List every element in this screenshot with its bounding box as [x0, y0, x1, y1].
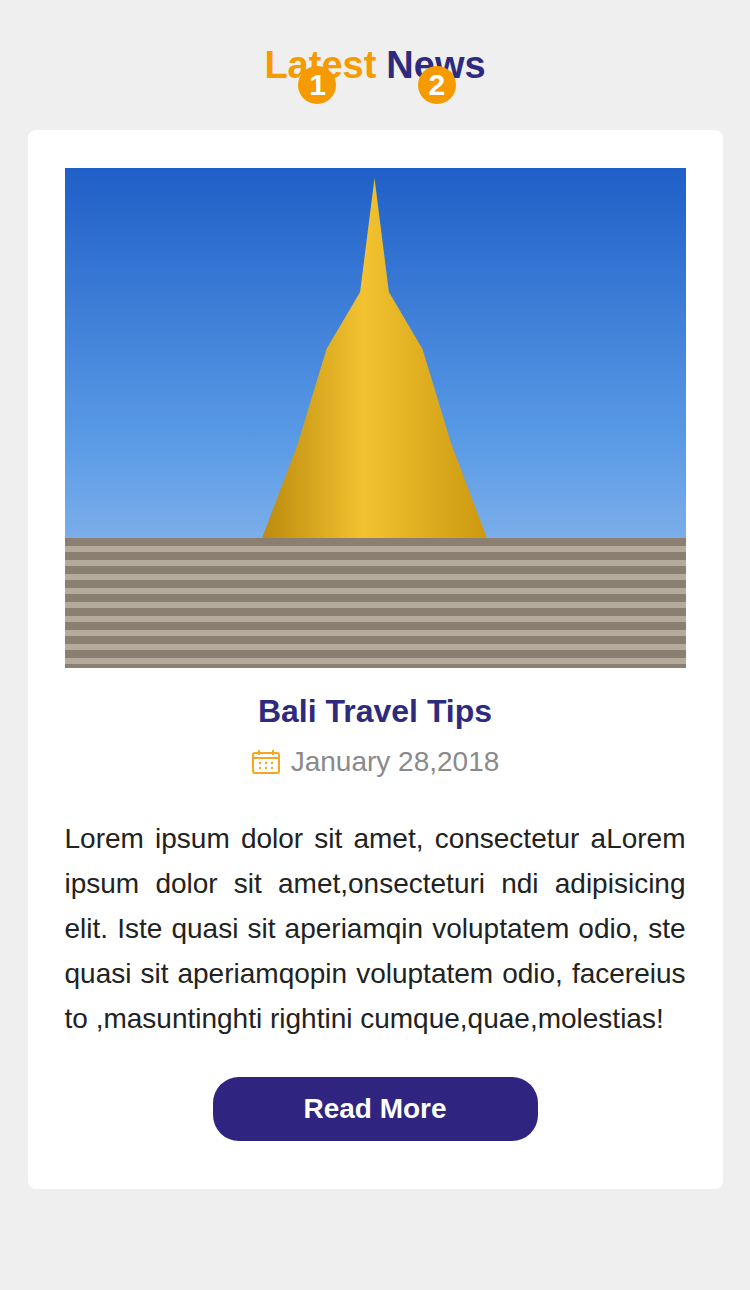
number-badge: 1 [298, 66, 336, 104]
number-badge: 2 [418, 66, 456, 104]
news-page: LatestNews12Bali Travel TipsJanuary 28,2… [0, 0, 750, 1290]
calendar-icon [251, 749, 281, 775]
section-header: LatestNews12 [264, 40, 485, 130]
post-body: Lorem ipsum dolor sit amet, consectetur … [65, 816, 686, 1041]
read-more-button[interactable]: Read More [213, 1077, 538, 1141]
section-title: LatestNews12 [264, 40, 485, 130]
news-photo [65, 168, 686, 668]
post-title[interactable]: Bali Travel Tips [258, 690, 492, 732]
post-date: January 28,2018 [251, 744, 500, 780]
date-text: January 28,2018 [291, 744, 500, 780]
news-card: Bali Travel Tips January 28,2018 Lorem ips… [28, 130, 723, 1189]
